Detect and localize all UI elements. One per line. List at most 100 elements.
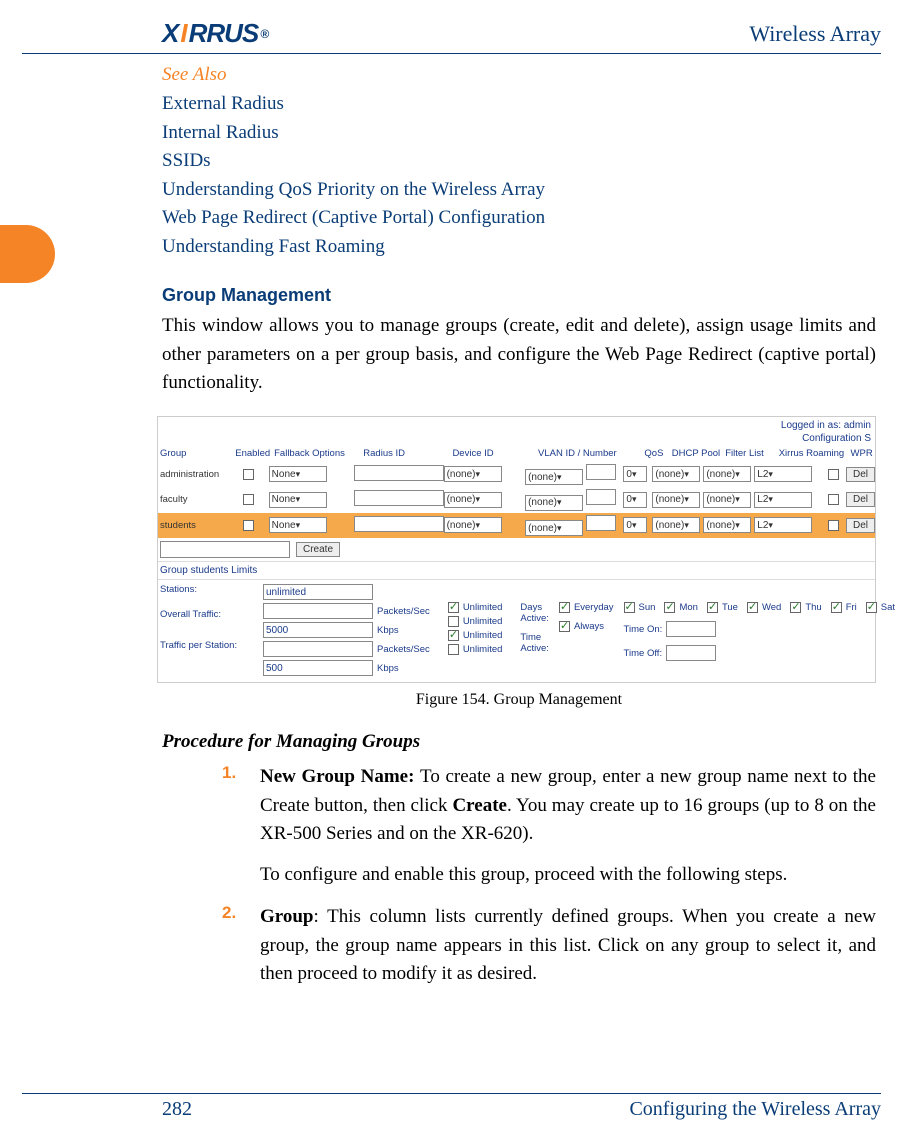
day-check[interactable] [707, 602, 718, 613]
time-off-label: Time Off: [624, 648, 663, 659]
radius-input[interactable] [354, 490, 444, 506]
everyday-label: Everyday [574, 602, 614, 613]
filter-select[interactable]: (none) [703, 517, 751, 533]
dhcp-select[interactable]: (none) [652, 517, 700, 533]
col-wpr: WPR [848, 448, 875, 459]
xirrus-logo: XIRRUS® [162, 18, 268, 49]
day-check[interactable] [747, 602, 758, 613]
wpr-check[interactable] [828, 494, 839, 505]
header-title: Wireless Array [749, 21, 881, 47]
fallback-select[interactable]: None [269, 466, 327, 482]
step-number: 2. [222, 903, 240, 989]
radius-input[interactable] [354, 516, 444, 532]
create-button[interactable]: Create [296, 542, 340, 557]
vlan-number-input[interactable] [586, 489, 616, 505]
time-active-label: Time Active: [520, 632, 549, 654]
page-number: 282 [162, 1098, 192, 1121]
device-select[interactable]: (none) [444, 492, 502, 508]
day-check[interactable] [790, 602, 801, 613]
col-group: Group [160, 448, 231, 459]
table-row[interactable]: studentsNone(none)(none) 0(none)(none)L2… [158, 513, 875, 539]
overall-kbps-input[interactable]: 5000 [263, 622, 373, 638]
qos-select[interactable]: 0 [623, 466, 647, 482]
section-intro: This window allows you to manage groups … [162, 312, 876, 398]
vlan-select[interactable]: (none) [525, 469, 583, 485]
vlan-select[interactable]: (none) [525, 495, 583, 511]
time-off-input[interactable] [666, 645, 716, 661]
unlimited-check-1[interactable] [448, 602, 459, 613]
fallback-select[interactable]: None [269, 492, 327, 508]
col-fallback: Fallback Options [274, 448, 363, 459]
enabled-check[interactable] [243, 469, 254, 480]
logo-part-3: RRUS [189, 18, 259, 49]
station-kbps-input[interactable]: 500 [263, 660, 373, 676]
kbps-label-2: Kbps [377, 663, 399, 674]
link-fast-roaming[interactable]: Understanding Fast Roaming [162, 233, 876, 262]
kbps-label: Kbps [377, 625, 399, 636]
table-row[interactable]: facultyNone(none)(none) 0(none)(none)L2D… [158, 487, 875, 513]
unlimited-label: Unlimited [463, 602, 503, 613]
config-text: Configuration S [802, 433, 871, 444]
device-select[interactable]: (none) [444, 466, 502, 482]
day-check[interactable] [624, 602, 635, 613]
footer-rule [22, 1093, 881, 1094]
unlimited-check-2[interactable] [448, 616, 459, 627]
link-qos-priority[interactable]: Understanding QoS Priority on the Wirele… [162, 176, 876, 205]
link-external-radius[interactable]: External Radius [162, 90, 876, 119]
enabled-check[interactable] [243, 494, 254, 505]
time-on-input[interactable] [666, 621, 716, 637]
qos-select[interactable]: 0 [623, 492, 647, 508]
qos-select[interactable]: 0 [623, 517, 647, 533]
dhcp-select[interactable]: (none) [652, 466, 700, 482]
procedure-step-2: 2. Group: This column lists currently de… [222, 903, 876, 989]
day-check[interactable] [664, 602, 675, 613]
roaming-select[interactable]: L2 [754, 517, 812, 533]
dhcp-select[interactable]: (none) [652, 492, 700, 508]
day-check[interactable] [831, 602, 842, 613]
everyday-check[interactable] [559, 602, 570, 613]
always-check[interactable] [559, 621, 570, 632]
unlimited-label-2: Unlimited [463, 616, 503, 627]
wpr-check[interactable] [828, 520, 839, 531]
create-row: Create [158, 538, 875, 561]
link-web-page-redirect[interactable]: Web Page Redirect (Captive Portal) Confi… [162, 204, 876, 233]
link-ssids[interactable]: SSIDs [162, 147, 876, 176]
filter-select[interactable]: (none) [703, 492, 751, 508]
vlan-number-input[interactable] [586, 464, 616, 480]
unlimited-check-4[interactable] [448, 644, 459, 655]
wpr-check[interactable] [828, 469, 839, 480]
table-row[interactable]: administrationNone(none)(none) 0(none)(n… [158, 462, 875, 488]
roaming-select[interactable]: L2 [754, 492, 812, 508]
station-pkts-input[interactable] [263, 641, 373, 657]
device-select[interactable]: (none) [444, 517, 502, 533]
day-check[interactable] [866, 602, 877, 613]
vlan-number-input[interactable] [586, 515, 616, 531]
delete-button[interactable]: Del [846, 518, 875, 533]
radius-input[interactable] [354, 465, 444, 481]
logged-in-text: Logged in as: admin [781, 420, 871, 431]
day-label: Fri [846, 602, 857, 613]
enabled-check[interactable] [243, 520, 254, 531]
fallback-select[interactable]: None [269, 517, 327, 533]
pkts-label-2: Packets/Sec [377, 644, 430, 655]
day-label: Thu [805, 602, 821, 613]
step-2-text: : This column lists currently defined gr… [260, 906, 876, 984]
overall-pkts-input[interactable] [263, 603, 373, 619]
roaming-select[interactable]: L2 [754, 466, 812, 482]
link-internal-radius[interactable]: Internal Radius [162, 119, 876, 148]
cell-group: administration [160, 469, 228, 480]
unlimited-check-3[interactable] [448, 630, 459, 641]
vlan-select[interactable]: (none) [525, 520, 583, 536]
filter-select[interactable]: (none) [703, 466, 751, 482]
see-also-links: External Radius Internal Radius SSIDs Un… [162, 90, 876, 261]
unlimited-label-4: Unlimited [463, 644, 503, 655]
delete-button[interactable]: Del [846, 467, 875, 482]
col-enabled: Enabled [231, 448, 274, 459]
unlimited-label-3: Unlimited [463, 630, 503, 641]
delete-button[interactable]: Del [846, 492, 875, 507]
days-row: SunMonTueWedThuFriSat [624, 602, 901, 613]
stations-input[interactable]: unlimited [263, 584, 373, 600]
new-group-input[interactable] [160, 541, 290, 558]
col-qos: QoS [636, 448, 672, 459]
day-label: Sat [881, 602, 895, 613]
